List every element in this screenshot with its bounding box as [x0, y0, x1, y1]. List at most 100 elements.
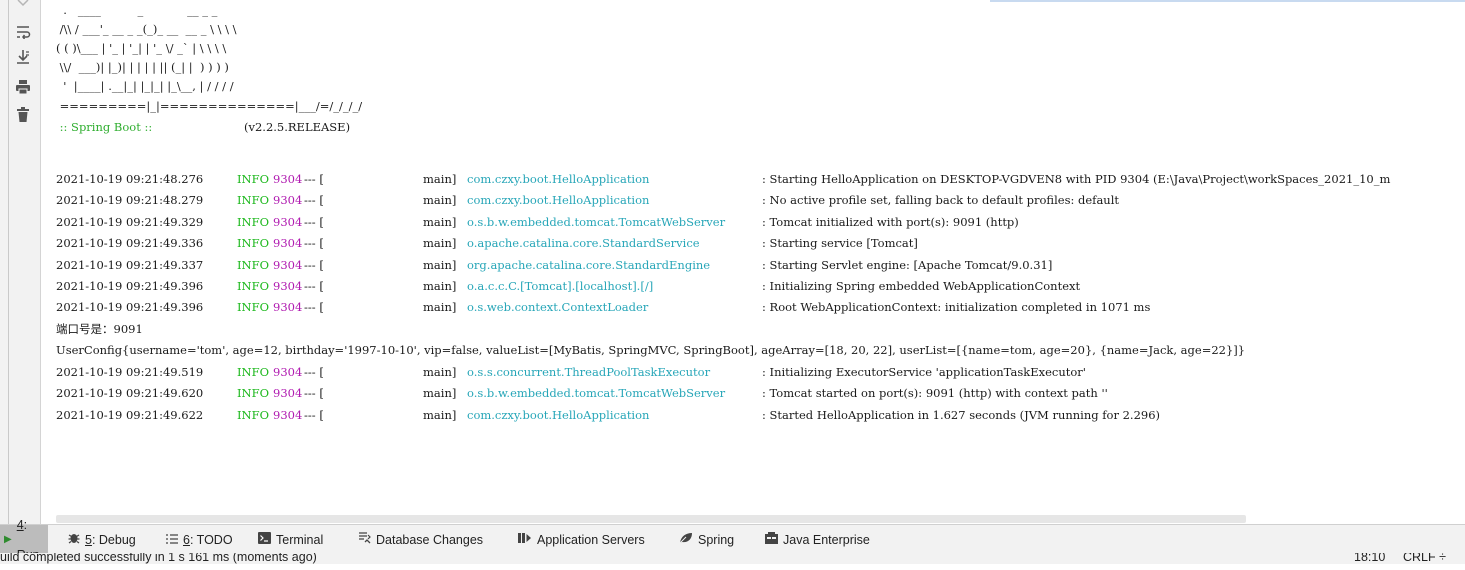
- log-timestamp: 2021-10-19 09:21:49.396: [56, 279, 204, 293]
- log-timestamp: 2021-10-19 09:21:49.519: [56, 365, 204, 379]
- trash-icon[interactable]: [14, 106, 32, 124]
- log-separator: --- [: [304, 365, 324, 379]
- server-icon: [518, 525, 532, 555]
- log-thread: main]: [423, 386, 457, 401]
- log-timestamp: 2021-10-19 09:21:49.329: [56, 214, 204, 229]
- database-icon: [358, 525, 371, 555]
- log-thread: main]: [423, 279, 457, 293]
- log-logger[interactable]: o.s.b.w.embedded.tomcat.TomcatWebServer: [467, 212, 725, 233]
- console-output[interactable]: . ____ _ __ _ _ /\\ / ___'_ __ _ _(_)_ _…: [56, 0, 1465, 512]
- log-message: : Initializing ExecutorService 'applicat…: [762, 365, 1086, 379]
- log-level: INFO: [237, 279, 270, 293]
- log-logger[interactable]: o.a.c.c.C.[Tomcat].[localhost].[/]: [467, 276, 653, 297]
- log-pid: 9304: [273, 365, 303, 379]
- tab-application-servers-label: Application Servers: [537, 532, 645, 547]
- stdout-line: 端口号是：9091: [56, 322, 143, 336]
- log-separator: --- [: [304, 257, 324, 272]
- log-level: INFO: [237, 407, 270, 422]
- log-logger[interactable]: com.czxy.boot.HelloApplication: [467, 405, 649, 426]
- log-pid: 9304: [273, 214, 303, 229]
- print-icon[interactable]: [14, 78, 32, 96]
- log-message: : Started HelloApplication in 1.627 seco…: [762, 407, 1161, 422]
- log-pid: 9304: [273, 386, 303, 401]
- log-pid: 9304: [273, 279, 303, 293]
- log-separator: --- [: [304, 279, 324, 293]
- tab-database-changes[interactable]: Database Changes: [358, 525, 483, 554]
- tab-run[interactable]: ▶4: Run: [0, 518, 48, 562]
- stdout-line: UserConfig{username='tom', age=12, birth…: [56, 343, 1246, 358]
- scroll-to-end-icon[interactable]: [14, 48, 32, 66]
- spring-boot-version-line: :: Spring Boot :: (v2.2.5.RELEASE): [56, 118, 350, 136]
- tab-debug-label: : Debug: [91, 532, 136, 547]
- horizontal-scrollbar[interactable]: [56, 515, 1246, 523]
- log-thread: main]: [423, 236, 457, 251]
- soft-wrap-icon[interactable]: [14, 23, 32, 41]
- log-level: INFO: [237, 386, 270, 401]
- log-pid: 9304: [273, 257, 303, 272]
- log-logger[interactable]: o.apache.catalina.core.StandardService: [467, 233, 700, 254]
- log-message: : Starting service [Tomcat]: [762, 236, 918, 251]
- log-logger[interactable]: com.czxy.boot.HelloApplication: [467, 190, 649, 211]
- log-thread: main]: [423, 172, 457, 186]
- log-message: : Initializing Spring embedded WebApplic…: [762, 279, 1081, 293]
- log-message: : No active profile set, falling back to…: [762, 193, 1120, 208]
- log-separator: --- [: [304, 407, 324, 422]
- log-separator: --- [: [304, 386, 324, 401]
- log-separator: --- [: [304, 193, 324, 208]
- log-pid: 9304: [273, 193, 303, 208]
- run-icon: ▶: [4, 533, 12, 545]
- tab-spring[interactable]: Spring: [679, 525, 734, 554]
- banner-line: /\\ / ___'_ __ _ _(_)_ __ __ _ \ \ \ \: [56, 22, 237, 36]
- tab-debug-number: 5: [85, 532, 92, 547]
- log-logger[interactable]: com.czxy.boot.HelloApplication: [467, 169, 649, 190]
- log-logger[interactable]: org.apache.catalina.core.StandardEngine: [467, 255, 710, 276]
- log-thread: main]: [423, 365, 457, 379]
- tab-todo-number: 6: [183, 532, 190, 547]
- log-level: INFO: [237, 193, 270, 208]
- log-logger[interactable]: o.s.s.concurrent.ThreadPoolTaskExecutor: [467, 362, 710, 383]
- enterprise-icon: [765, 525, 778, 555]
- tab-java-enterprise[interactable]: Java Enterprise: [765, 525, 870, 554]
- log-message: : Starting Servlet engine: [Apache Tomca…: [762, 257, 1053, 272]
- line-ending[interactable]: CRLF ÷: [1403, 553, 1446, 564]
- leaf-icon: [679, 525, 693, 555]
- caret-position[interactable]: 18:10: [1354, 553, 1385, 564]
- tool-window-bar: ▶4: Run 5: Debug 6: TODO Terminal Databa…: [0, 518, 1465, 562]
- log-logger[interactable]: o.s.web.context.ContextLoader: [467, 297, 648, 318]
- log-thread: main]: [423, 193, 457, 208]
- log-timestamp: 2021-10-19 09:21:48.276: [56, 172, 204, 186]
- status-bar: uild completed successfully in 1 s 161 m…: [0, 553, 1465, 564]
- tab-database-changes-label: Database Changes: [376, 532, 484, 547]
- tab-application-servers[interactable]: Application Servers: [518, 525, 645, 554]
- spring-boot-label: :: Spring Boot ::: [56, 120, 153, 134]
- console-toolbar: [0, 0, 41, 524]
- log-timestamp: 2021-10-19 09:21:49.620: [56, 386, 204, 401]
- bug-icon: [68, 525, 80, 555]
- log-logger[interactable]: o.s.b.w.embedded.tomcat.TomcatWebServer: [467, 383, 725, 404]
- log-thread: main]: [423, 300, 457, 315]
- log-level: INFO: [237, 300, 270, 315]
- log-level: INFO: [237, 236, 270, 251]
- status-message[interactable]: uild completed successfully in 1 s 161 m…: [0, 553, 317, 564]
- tab-spring-label: Spring: [698, 532, 735, 547]
- log-level: INFO: [237, 257, 270, 272]
- tab-java-enterprise-label: Java Enterprise: [783, 532, 870, 547]
- log-message: : Starting HelloApplication on DESKTOP-V…: [762, 172, 1391, 186]
- log-pid: 9304: [273, 172, 303, 186]
- log-level: INFO: [237, 172, 270, 186]
- rail-divider: [8, 0, 9, 524]
- log-pid: 9304: [273, 236, 303, 251]
- tab-terminal-label: Terminal: [276, 532, 324, 547]
- log-message: : Root WebApplicationContext: initializa…: [762, 300, 1151, 315]
- banner-line: ( ( )\___ | '_ | '_| | '_ \/ _` | \ \ \ …: [56, 41, 227, 55]
- banner-line: . ____ _ __ _ _: [56, 3, 218, 17]
- log-level: INFO: [237, 214, 270, 229]
- log-pid: 9304: [273, 300, 303, 315]
- terminal-icon: [258, 525, 271, 555]
- tab-todo[interactable]: 6: TODO: [166, 525, 233, 554]
- log-separator: --- [: [304, 172, 324, 186]
- tab-debug[interactable]: 5: Debug: [68, 525, 136, 554]
- tab-terminal[interactable]: Terminal: [258, 525, 323, 554]
- log-thread: main]: [423, 214, 457, 229]
- scroll-up-icon[interactable]: [14, 0, 32, 8]
